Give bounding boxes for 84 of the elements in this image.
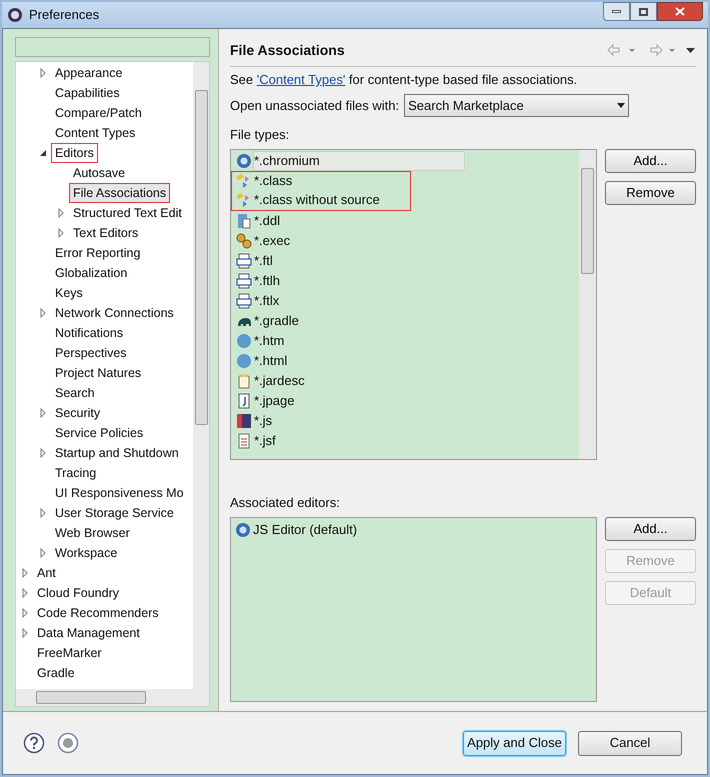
template-file-icon	[236, 252, 252, 268]
page-title: File Associations	[230, 40, 345, 60]
globe-icon	[236, 352, 252, 368]
tree-item[interactable]: Notifications	[51, 323, 128, 343]
template-file-icon	[236, 272, 252, 288]
browser-icon	[236, 152, 252, 168]
maximize-button[interactable]	[630, 2, 657, 21]
file-type-item[interactable]: *.ftl	[253, 250, 282, 270]
close-button[interactable]	[657, 2, 703, 21]
file-type-item[interactable]: *.ftlh	[253, 270, 290, 290]
tree-item[interactable]: Autosave	[69, 163, 130, 183]
open-with-label: Open unassociated files with:	[230, 96, 400, 115]
push-button[interactable]: Add...	[605, 148, 696, 172]
file-type-item[interactable]: *.ddl	[253, 210, 290, 230]
tree-item[interactable]: Keys	[51, 283, 87, 303]
window-title: Preferences	[29, 6, 100, 24]
file-type-item[interactable]: *.jardesc	[253, 370, 314, 390]
navigation-arrows-icon[interactable]	[606, 44, 696, 56]
file-type-item[interactable]: *.ftlx	[253, 290, 288, 310]
dialog-button[interactable]: Cancel	[578, 730, 682, 756]
content-types-link[interactable]: 'Content Types'	[256, 72, 346, 87]
tree-item[interactable]: User Storage Service	[51, 503, 178, 523]
push-button[interactable]: Add...	[605, 517, 696, 541]
file-types-label: File types:	[230, 126, 290, 144]
file-type-item[interactable]: *.jpage	[253, 390, 304, 410]
gears-icon	[236, 232, 252, 248]
vertical-scrollbar[interactable]	[579, 150, 596, 458]
dropdown-caret-icon	[617, 103, 626, 108]
document-icon	[236, 432, 252, 448]
close-icon	[675, 7, 685, 16]
tree-item[interactable]: Appearance	[51, 63, 126, 83]
file-type-item[interactable]: *.html	[253, 350, 296, 370]
tree-item[interactable]: File Associations	[69, 183, 170, 203]
browser-icon	[235, 522, 251, 538]
file-type-item[interactable]: *.exec	[253, 230, 300, 250]
tree-item[interactable]: Search	[51, 383, 99, 403]
minimize-button[interactable]	[603, 2, 630, 21]
horizontal-scrollbar[interactable]	[16, 689, 193, 706]
tree-item[interactable]: Code Recommenders	[33, 603, 163, 623]
tree-item[interactable]: Capabilities	[51, 83, 124, 103]
tree-item[interactable]: Content Types	[51, 123, 140, 143]
tree-item[interactable]: UI Responsiveness Mo	[51, 483, 188, 503]
file-type-item[interactable]: *.htm	[253, 330, 294, 350]
tree-item[interactable]: Workspace	[51, 543, 122, 563]
tree-item[interactable]: Security	[51, 403, 104, 423]
tree-item[interactable]: Globalization	[51, 263, 132, 283]
tree-item[interactable]: Compare/Patch	[51, 103, 146, 123]
document-icon	[236, 212, 252, 228]
tree-item[interactable]: Project Natures	[51, 363, 146, 383]
tree-item[interactable]: Perspectives	[51, 343, 131, 363]
tree-item[interactable]: Editors	[51, 143, 98, 163]
tree-item[interactable]: Data Management	[33, 623, 144, 643]
tree-item[interactable]: Service Policies	[51, 423, 148, 443]
help-icon[interactable]	[23, 732, 45, 754]
vertical-scrollbar[interactable]	[193, 62, 209, 706]
tree-item[interactable]: Web Browser	[51, 523, 134, 543]
file-type-item[interactable]: *.gradle	[253, 310, 308, 330]
file-type-item[interactable]: *.js	[253, 410, 282, 430]
associated-editors-label: Associated editors:	[230, 494, 341, 512]
filter-field[interactable]	[15, 37, 210, 57]
js-file-icon	[236, 412, 252, 428]
tree-item[interactable]: Text Editors	[69, 223, 142, 243]
tree-item[interactable]: Tracing	[51, 463, 100, 483]
record-icon[interactable]	[57, 732, 79, 754]
push-button[interactable]: Remove	[605, 180, 696, 204]
file-type-item[interactable]: *.jsf	[253, 430, 285, 450]
intro-text: See 'Content Types' for content-type based file associations.	[230, 71, 578, 89]
tree-item[interactable]: Structured Text Edit	[69, 203, 186, 223]
tree-item[interactable]: Network Connections	[51, 303, 178, 323]
tree-item[interactable]: Ant	[33, 563, 60, 583]
tree-item[interactable]: Error Reporting	[51, 243, 144, 263]
file-type-item[interactable]: *.chromium	[253, 150, 465, 170]
app-icon	[7, 7, 23, 23]
globe-icon	[236, 332, 252, 348]
tree-item[interactable]: FreeMarker	[33, 643, 106, 663]
open-with-dropdown[interactable]: Search Marketplace	[404, 94, 630, 117]
template-file-icon	[236, 292, 252, 308]
tree-item[interactable]: Gradle	[33, 663, 79, 683]
tree-item[interactable]: Cloud Foundry	[33, 583, 123, 603]
editor-item[interactable]: JS Editor (default)	[253, 520, 358, 540]
page-icon	[236, 392, 252, 408]
dialog-button[interactable]: Apply and Close	[463, 730, 566, 756]
tree-item[interactable]: Startup and Shutdown	[51, 443, 183, 463]
jar-file-icon	[236, 372, 252, 388]
